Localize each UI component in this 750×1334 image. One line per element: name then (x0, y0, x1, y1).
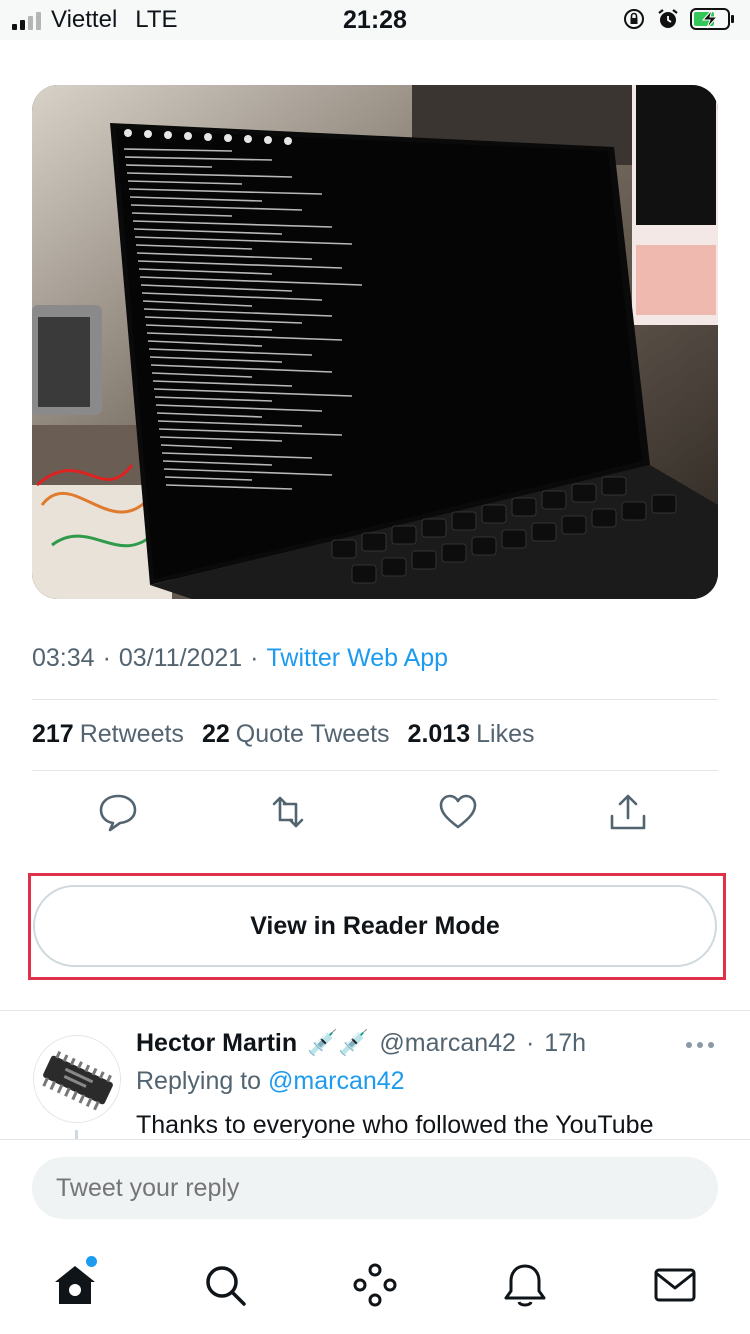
tweet-stats: 217 Retweets 22 Quote Tweets 2.013 Likes (32, 720, 534, 749)
chip-avatar-image (34, 1036, 120, 1122)
meta-separator: · (102, 644, 111, 672)
likes-stat[interactable]: 2.013 Likes (408, 720, 535, 749)
tweet-date: 03/11/2021 (118, 644, 243, 672)
heart-icon[interactable] (436, 790, 480, 834)
home-icon[interactable] (50, 1260, 100, 1310)
reply-author-name[interactable]: Hector Martin (136, 1029, 297, 1058)
meta-separator: · (525, 1029, 535, 1057)
divider (32, 699, 718, 700)
quotes-label: Quote Tweets (235, 720, 390, 748)
laptop-terminal-photo (32, 85, 718, 599)
retweets-label: Retweets (79, 720, 184, 748)
likes-label: Likes (476, 720, 535, 748)
name-emoji: 💉💉 (307, 1029, 370, 1057)
retweets-stat[interactable]: 217 Retweets (32, 720, 184, 749)
tweet-actions (32, 790, 718, 838)
tweet-source-link[interactable]: Twitter Web App (267, 644, 449, 673)
reply-icon[interactable] (96, 790, 140, 834)
replying-to: Replying to @marcan42 (136, 1067, 405, 1096)
share-icon[interactable] (606, 790, 650, 834)
reply-author-handle: @marcan42 (379, 1029, 516, 1057)
replying-to-link[interactable]: @marcan42 (268, 1067, 405, 1095)
replying-prefix: Replying to (136, 1067, 262, 1095)
likes-count: 2.013 (407, 720, 471, 748)
reply-text: Thanks to everyone who followed the YouT… (136, 1111, 654, 1139)
reply-header: Hector Martin 💉💉 @marcan42 · 17h (136, 1029, 586, 1058)
tweet-photo[interactable] (32, 85, 718, 599)
reply-time: 17h (544, 1029, 587, 1057)
retweets-count: 217 (32, 720, 74, 748)
quotes-stat[interactable]: 22 Quote Tweets (202, 720, 390, 749)
rotation-lock-icon (624, 9, 644, 29)
home-notification-dot (86, 1256, 97, 1267)
reply-input[interactable] (32, 1157, 718, 1219)
view-in-reader-mode-button[interactable]: View in Reader Mode (33, 885, 717, 967)
alarm-icon (658, 9, 678, 28)
quotes-count: 22 (201, 720, 230, 748)
avatar[interactable] (33, 1035, 121, 1123)
divider (32, 770, 718, 771)
battery-icon (690, 8, 734, 30)
tweet-meta: 03:34 · 03/11/2021 · Twitter Web App (32, 644, 448, 673)
status-bar: Viettel LTE 21:28 (0, 0, 750, 40)
spaces-icon[interactable] (350, 1260, 400, 1310)
divider (0, 1010, 750, 1011)
meta-separator: · (250, 644, 259, 672)
bell-icon[interactable] (500, 1260, 550, 1310)
mail-icon[interactable] (650, 1260, 700, 1310)
retweet-icon[interactable] (266, 790, 310, 834)
search-icon[interactable] (200, 1260, 250, 1310)
tab-bar (0, 1250, 750, 1320)
more-options-icon[interactable] (686, 1042, 716, 1050)
tweet-time: 03:34 (32, 644, 95, 672)
